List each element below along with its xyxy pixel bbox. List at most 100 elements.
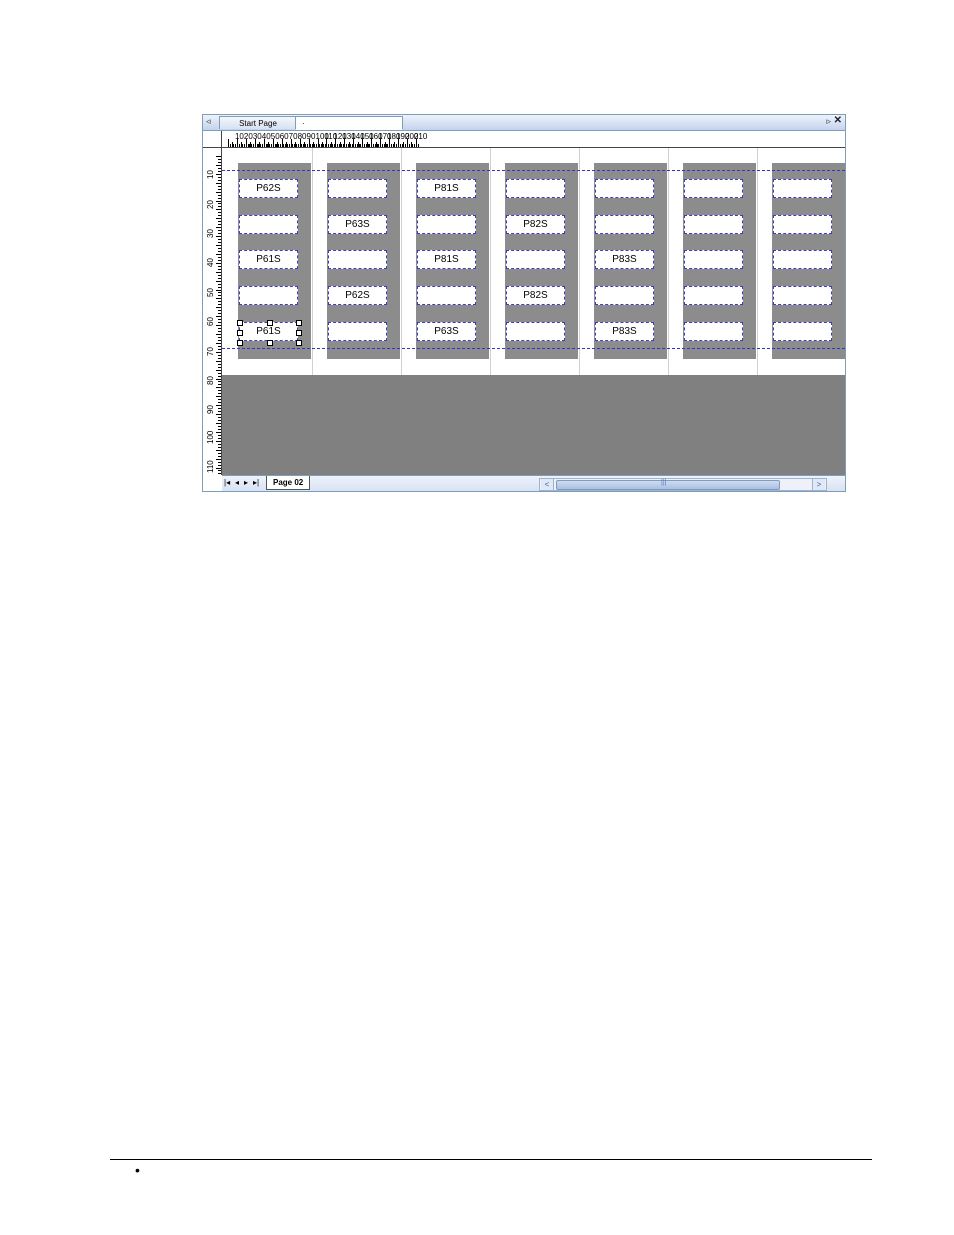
ruler-tick <box>216 236 221 238</box>
ruler-tick <box>218 470 221 472</box>
ruler-tick <box>218 212 221 214</box>
ruler-tick <box>218 425 221 427</box>
ruler-tick <box>218 185 221 187</box>
label-slot[interactable] <box>328 250 387 269</box>
ruler-tick <box>218 366 221 368</box>
ruler-tick <box>218 179 221 181</box>
vertical-ruler: 10 20 30 40 50 60 70 80 90 100 110 <box>203 148 222 475</box>
ruler-tick <box>218 322 221 324</box>
resize-handle[interactable] <box>296 340 302 346</box>
label-slot[interactable]: P81S <box>417 179 476 198</box>
design-canvas[interactable]: P62S P81S P63S P82S P61S P81S P83S P62S P82S P61S… <box>222 148 845 475</box>
label-slot[interactable] <box>595 215 654 234</box>
label-slot[interactable] <box>773 215 832 234</box>
label-slot[interactable] <box>684 322 743 341</box>
first-page-icon[interactable]: |◂ <box>224 478 230 487</box>
ruler-tick <box>218 402 221 404</box>
ruler-label: 90 <box>206 405 215 415</box>
label-slot[interactable]: P63S <box>328 215 387 234</box>
previous-page-icon[interactable]: ◂ <box>235 478 239 487</box>
ruler-tick <box>218 286 221 288</box>
label-slot[interactable]: P62S <box>328 286 387 305</box>
ruler-tick <box>218 319 221 321</box>
ruler-tick <box>218 259 221 261</box>
label-slot[interactable] <box>328 322 387 341</box>
label-slot[interactable] <box>684 286 743 305</box>
ruler-label: 80 <box>206 376 215 385</box>
label-slot[interactable] <box>239 286 298 305</box>
label-slot[interactable] <box>773 250 832 269</box>
close-icon[interactable]: ✕ <box>834 115 842 126</box>
label-slot[interactable]: P82S <box>506 286 565 305</box>
ruler-label: 80 <box>297 132 307 141</box>
resize-handle[interactable] <box>296 320 302 326</box>
resize-handle[interactable] <box>267 340 273 346</box>
resize-handle[interactable] <box>237 340 243 346</box>
label-slot[interactable] <box>328 179 387 198</box>
resize-handle[interactable] <box>237 330 243 336</box>
label-slot[interactable] <box>595 286 654 305</box>
column-separator <box>579 148 580 375</box>
ruler-tick <box>218 158 221 160</box>
ruler-tick <box>216 458 221 460</box>
ruler-tick <box>218 428 221 430</box>
label-page[interactable]: P62S P81S P63S P82S P61S P81S P83S P62S P82S P61S… <box>222 148 845 375</box>
horizontal-ruler: 10 20 30 40 50 60 70 80 90 100 110 120 130 140 150 160 1… <box>222 131 845 148</box>
label-slot[interactable] <box>773 179 832 198</box>
label-slot[interactable] <box>506 250 565 269</box>
label-slot[interactable] <box>417 215 476 234</box>
label-slot[interactable] <box>684 179 743 198</box>
label-slot[interactable]: P83S <box>595 250 654 269</box>
ruler-tick <box>216 307 221 309</box>
tab-current-document[interactable]: · <box>295 116 403 130</box>
ruler-tick <box>218 167 221 169</box>
ruler-tick <box>218 381 221 383</box>
ruler-label: 60 <box>279 132 289 141</box>
tab-start-page[interactable]: Start Page <box>219 116 297 129</box>
label-slot[interactable] <box>506 179 565 198</box>
label-slot[interactable]: P63S <box>417 322 476 341</box>
ruler-tick <box>218 242 221 244</box>
label-slot[interactable] <box>239 215 298 234</box>
horizontal-scrollbar[interactable]: < ||| > <box>539 478 827 491</box>
label-slot[interactable] <box>595 179 654 198</box>
ruler-tick <box>218 265 221 267</box>
scroll-right-button[interactable]: > <box>812 479 825 490</box>
label-slot[interactable] <box>773 286 832 305</box>
label-slot[interactable] <box>506 322 565 341</box>
ruler-tick <box>218 455 221 457</box>
column-separator <box>757 148 758 375</box>
resize-handle[interactable] <box>296 330 302 336</box>
next-page-icon[interactable]: ▸ <box>244 478 248 487</box>
label-slot[interactable]: P82S <box>506 215 565 234</box>
last-page-icon[interactable]: ▸| <box>253 478 259 487</box>
ruler-tick <box>218 247 221 249</box>
tab-scroll-right-icon[interactable]: ▹ <box>826 116 831 127</box>
column-separator <box>668 148 669 375</box>
ruler-tick <box>216 164 221 166</box>
page-tab[interactable]: Page 02 <box>266 476 311 490</box>
scroll-left-button[interactable]: < <box>541 479 554 490</box>
label-slot[interactable]: P61S <box>239 250 298 269</box>
label-slot[interactable]: P62S <box>239 179 298 198</box>
ruler-tick <box>216 280 221 282</box>
label-slot[interactable] <box>773 322 832 341</box>
ruler-tick <box>216 449 221 451</box>
tab-scroll-left-icon[interactable]: ◃ <box>206 116 211 127</box>
label-slot[interactable] <box>684 250 743 269</box>
ruler-tick <box>218 354 221 356</box>
ruler-tick <box>216 253 221 255</box>
ruler-tick <box>218 375 221 377</box>
scrollbar-thumb[interactable]: ||| <box>556 479 780 490</box>
ruler-tick <box>216 316 221 318</box>
ruler-label: 10 <box>206 170 215 180</box>
ruler-tick <box>218 384 221 386</box>
label-slot[interactable] <box>684 215 743 234</box>
ruler-tick <box>218 224 221 226</box>
resize-handle[interactable] <box>267 320 273 326</box>
resize-handle[interactable] <box>237 320 243 326</box>
label-slot[interactable]: P81S <box>417 250 476 269</box>
label-slot[interactable]: P83S <box>595 322 654 341</box>
ruler-tick <box>216 334 221 335</box>
label-slot[interactable] <box>417 286 476 305</box>
